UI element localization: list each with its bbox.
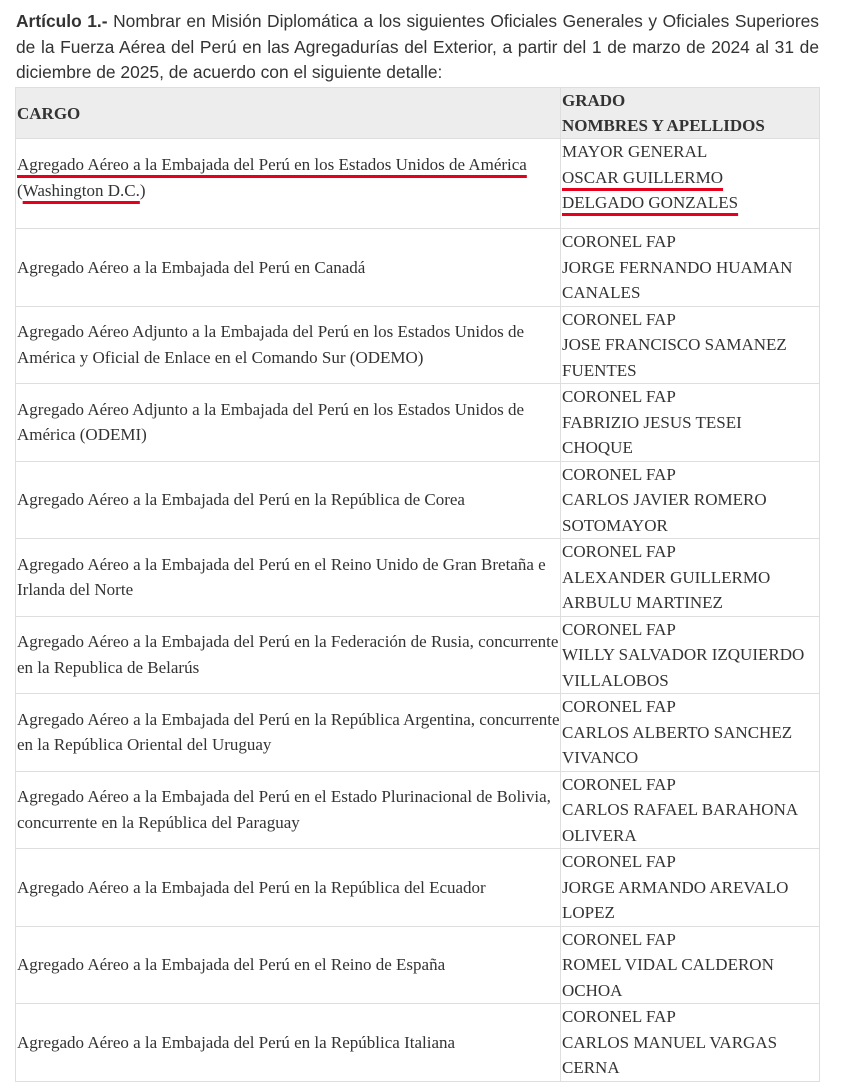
nombre-line1: CARLOS RAFAEL BARAHONA bbox=[562, 800, 799, 819]
header-nombres: NOMBRES Y APELLIDOS bbox=[562, 116, 765, 135]
grado: CORONEL FAP bbox=[562, 852, 676, 871]
grado: CORONEL FAP bbox=[562, 619, 676, 639]
cargo-cell: Agregado Aéreo a la Embajada del Perú en… bbox=[15, 848, 561, 927]
grado-nombre-cell: CORONEL FAP CARLOS RAFAEL BARAHONA OLIVERA bbox=[560, 770, 820, 849]
cargo-line1: Agregado Aéreo a la Embajada del Perú en… bbox=[17, 155, 527, 174]
nombre-line2: VILLALOBOS bbox=[562, 670, 669, 690]
table-row: Agregado Aéreo Adjunto a la Embajada del… bbox=[15, 305, 820, 384]
table-row: Agregado Aéreo a la Embajada del Perú en… bbox=[15, 925, 820, 1004]
grado: CORONEL FAP bbox=[562, 309, 676, 329]
cargo-cell: Agregado Aéreo a la Embajada del Perú en… bbox=[15, 228, 561, 307]
grado-nombre-cell: CORONEL FAP JOSE FRANCISCO SAMANEZ FUENTES bbox=[560, 305, 820, 384]
grado-nombre-cell: CORONEL FAP WILLY SALVADOR IZQUIERDO VILLA… bbox=[560, 615, 820, 694]
cargo-paren-close: ) bbox=[139, 180, 146, 200]
nombre-line1: WILLY SALVADOR IZQUIERDO bbox=[562, 645, 805, 664]
table-row: Agregado Aéreo a la Embajada del Perú en… bbox=[15, 848, 820, 927]
nombre-line2: OCHOA bbox=[562, 980, 623, 1000]
article-paragraph: Artículo 1.- Nombrar en Misión Diplomáti… bbox=[16, 9, 819, 86]
nombre-line1: CARLOS MANUEL VARGAS bbox=[562, 1032, 778, 1052]
cargo-cell: Agregado Aéreo a la Embajada del Perú en… bbox=[15, 693, 561, 772]
nombre-line1: ALEXANDER GUILLERMO bbox=[562, 567, 771, 587]
cargo-cell: Agregado Aéreo Adjunto a la Embajada del… bbox=[15, 305, 561, 384]
grado-nombre-cell: MAYOR GENERAL OSCAR GUILLERMO DELGADO GONZ… bbox=[560, 138, 820, 229]
cargo-line2: Washington D.C. bbox=[22, 180, 140, 200]
table-row: Agregado Aéreo a la Embajada del Perú en… bbox=[15, 138, 820, 229]
cargo-cell: Agregado Aéreo a la Embajada del Perú en… bbox=[15, 770, 561, 849]
nombre-line1: JORGE FERNANDO HUAMAN bbox=[562, 257, 793, 277]
cargo-cell: Agregado Aéreo a la Embajada del Perú en… bbox=[15, 615, 561, 694]
grado: CORONEL FAP bbox=[562, 464, 676, 484]
nombre-line2: VIVANCO bbox=[562, 748, 639, 767]
table-row: Agregado Aéreo a la Embajada del Perú en… bbox=[15, 538, 820, 617]
nombre-line2: FUENTES bbox=[562, 360, 637, 380]
grado-nombre-cell: CORONEL FAP ROMEL VIDAL CALDERON OCHOA bbox=[560, 925, 820, 1004]
table-header-row: CARGO GRADO NOMBRES Y APELLIDOS bbox=[15, 87, 820, 139]
grado-nombre-cell: CORONEL FAP CARLOS MANUEL VARGAS CERNA bbox=[560, 1003, 820, 1082]
grado: CORONEL FAP bbox=[562, 929, 676, 949]
header-grado: GRADO bbox=[562, 91, 626, 110]
grado: CORONEL FAP bbox=[562, 774, 676, 794]
nombre-line1: ROMEL VIDAL CALDERON bbox=[562, 955, 774, 974]
table-row: Agregado Aéreo a la Embajada del Perú en… bbox=[15, 228, 820, 307]
nombre-line1: JORGE ARMANDO AREVALO bbox=[562, 877, 789, 897]
grado-nombre-cell: CORONEL FAP JORGE ARMANDO AREVALO LOPEZ bbox=[560, 848, 820, 927]
cargo-cell: Agregado Aéreo a la Embajada del Perú en… bbox=[15, 538, 561, 617]
nombre-line2: DELGADO GONZALES bbox=[562, 193, 739, 212]
nombre-line2: LOPEZ bbox=[562, 903, 615, 922]
grado: CORONEL FAP bbox=[562, 387, 676, 406]
cargo-cell: Agregado Aéreo a la Embajada del Perú en… bbox=[15, 138, 561, 229]
table-row: Agregado Aéreo a la Embajada del Perú en… bbox=[15, 615, 820, 694]
nombre-line1: OSCAR GUILLERMO bbox=[562, 167, 724, 187]
nombre-line2: ARBULU MARTINEZ bbox=[562, 593, 723, 612]
header-cargo: CARGO bbox=[15, 87, 561, 139]
table-row: Agregado Aéreo a la Embajada del Perú en… bbox=[15, 693, 820, 772]
grado-nombre-cell: CORONEL FAP ALEXANDER GUILLERMO ARBULU MAR… bbox=[560, 538, 820, 617]
table-row: Agregado Aéreo a la Embajada del Perú en… bbox=[15, 1003, 820, 1082]
header-grado-nombres: GRADO NOMBRES Y APELLIDOS bbox=[560, 87, 820, 139]
nombre-line2: CANALES bbox=[562, 283, 641, 302]
grado-nombre-cell: CORONEL FAP CARLOS JAVIER ROMERO SOTOMAYOR bbox=[560, 460, 820, 539]
nombre-line2: CERNA bbox=[562, 1058, 620, 1077]
cargo-cell: Agregado Aéreo a la Embajada del Perú en… bbox=[15, 1003, 561, 1082]
nombre-line2: OLIVERA bbox=[562, 825, 637, 845]
table-row: Agregado Aéreo a la Embajada del Perú en… bbox=[15, 460, 820, 539]
grado-nombre-cell: CORONEL FAP FABRIZIO JESUS TESEI CHOQUE bbox=[560, 383, 820, 462]
grado: CORONEL FAP bbox=[562, 232, 676, 251]
cargo-cell: Agregado Aéreo a la Embajada del Perú en… bbox=[15, 925, 561, 1004]
table-row: Agregado Aéreo a la Embajada del Perú en… bbox=[15, 770, 820, 849]
nombre-line1: FABRIZIO JESUS TESEI bbox=[562, 412, 742, 432]
grado: MAYOR GENERAL bbox=[562, 142, 708, 161]
nombre-line1: CARLOS ALBERTO SANCHEZ bbox=[562, 722, 793, 742]
grado: CORONEL FAP bbox=[562, 1007, 676, 1026]
cargo-cell: Agregado Aéreo a la Embajada del Perú en… bbox=[15, 460, 561, 539]
nombre-line2: SOTOMAYOR bbox=[562, 515, 668, 535]
grado-nombre-cell: CORONEL FAP CARLOS ALBERTO SANCHEZ VIVANCO bbox=[560, 693, 820, 772]
cargo-cell: Agregado Aéreo Adjunto a la Embajada del… bbox=[15, 383, 561, 462]
article-text: Nombrar en Misión Diplomática a los sigu… bbox=[16, 11, 819, 82]
article-heading: Artículo 1.- bbox=[16, 11, 108, 31]
nombre-line1: JOSE FRANCISCO SAMANEZ bbox=[562, 335, 787, 354]
nombre-line2: CHOQUE bbox=[562, 438, 633, 457]
grado-nombre-cell: CORONEL FAP JORGE FERNANDO HUAMAN CANALES bbox=[560, 228, 820, 307]
table-row: Agregado Aéreo Adjunto a la Embajada del… bbox=[15, 383, 820, 462]
grado: CORONEL FAP bbox=[562, 697, 676, 716]
nombre-line1: CARLOS JAVIER ROMERO bbox=[562, 490, 767, 509]
grado: CORONEL FAP bbox=[562, 542, 676, 561]
attache-table: CARGO GRADO NOMBRES Y APELLIDOS Agregado … bbox=[15, 87, 820, 1082]
